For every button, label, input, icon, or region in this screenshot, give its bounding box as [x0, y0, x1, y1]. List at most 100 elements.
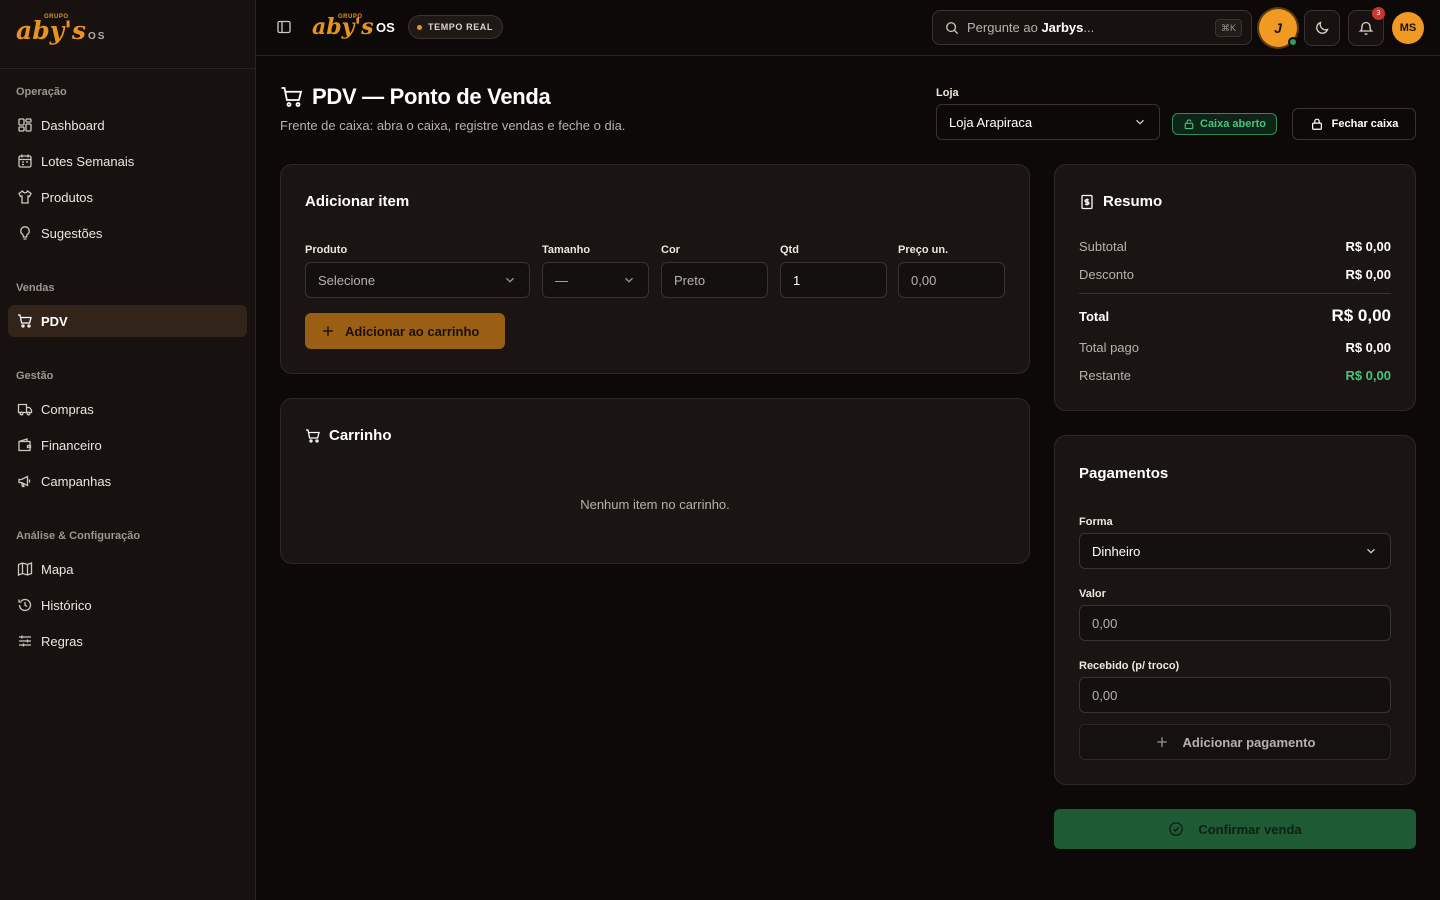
sidebar-item-compras[interactable]: Compras: [8, 393, 247, 425]
sidebar-item-sugestoes[interactable]: Sugestões: [8, 217, 247, 249]
cart-title-text: Carrinho: [329, 427, 392, 444]
assistant-search-input[interactable]: Pergunte ao Jarbys... ⌘K: [932, 10, 1252, 45]
total-label: Total: [1079, 308, 1110, 324]
product-label: Produto: [305, 244, 348, 256]
product-select-value: Selecione: [318, 272, 376, 288]
total-value: R$ 0,00: [1331, 306, 1391, 325]
sidebar-item-dashboard[interactable]: Dashboard: [8, 109, 247, 141]
notifications-button[interactable]: 3: [1348, 7, 1385, 46]
map-icon: [17, 561, 33, 577]
add-item-card: Adicionar item Produto Selecione Tamanho…: [280, 164, 1030, 374]
search-placeholder: Pergunte ao Jarbys...: [967, 20, 1094, 35]
store-select-value: Loja Arapiraca: [949, 114, 1033, 130]
sidebar-section-vendas: Vendas: [16, 282, 55, 294]
live-dot-icon: [417, 24, 422, 30]
payment-amount-input[interactable]: 0,00: [1079, 605, 1391, 641]
brand-logo[interactable]: GRUPO aby's: [16, 14, 86, 43]
search-icon: [945, 21, 959, 35]
discount-value: R$ 0,00: [1345, 267, 1391, 282]
chevron-down-icon: [1133, 115, 1147, 129]
store-select[interactable]: Loja Arapiraca: [936, 104, 1160, 140]
brand-os-label: OS: [88, 31, 107, 42]
sidebar-section-gestao: Gestão: [16, 370, 54, 382]
page-subtitle: Frente de caixa: abra o caixa, registre …: [280, 118, 626, 133]
receipt-icon: [1081, 194, 1093, 209]
topbar-os-label: OS: [376, 20, 395, 35]
payments-title: Pagamentos: [1079, 465, 1169, 482]
assistant-avatar-button[interactable]: J: [1259, 9, 1298, 47]
moon-icon: [1314, 20, 1330, 36]
chevron-down-icon: [622, 273, 636, 287]
sidebar-item-pdv[interactable]: PDV: [8, 305, 247, 337]
payment-method-label: Forma: [1079, 516, 1113, 528]
topbar-logo[interactable]: GRUPO aby's: [312, 10, 374, 38]
size-label: Tamanho: [542, 244, 591, 256]
assistant-initial: J: [1274, 20, 1282, 36]
payment-method-select[interactable]: Dinheiro: [1079, 533, 1391, 569]
payment-amount-label: Valor: [1079, 588, 1106, 600]
notification-count-badge: 3: [1372, 7, 1385, 20]
search-placeholder-name: Jarbys: [1041, 20, 1084, 35]
sidebar-item-lotes-semanais[interactable]: Lotes Semanais: [8, 145, 247, 177]
search-shortcut: ⌘K: [1214, 19, 1242, 37]
confirm-sale-label: Confirmar venda: [1198, 821, 1302, 837]
received-placeholder: 0,00: [1092, 687, 1118, 703]
color-label: Cor: [661, 244, 680, 256]
sidebar-item-historico[interactable]: Histórico: [8, 589, 247, 621]
sidebar: GRUPO aby's OS Operação Dashboard Lotes …: [0, 0, 256, 900]
paid-row: Total pago R$ 0,00: [1079, 340, 1391, 355]
sidebar-item-label: Compras: [41, 401, 94, 417]
brand-wordmark: aby's: [16, 16, 86, 45]
brand-group-label: GRUPO: [44, 14, 69, 20]
size-select[interactable]: —: [542, 262, 649, 298]
sidebar-item-regras[interactable]: Regras: [8, 625, 247, 657]
sidebar-item-label: Financeiro: [41, 437, 102, 453]
lightbulb-icon: [17, 225, 33, 241]
bell-icon: [1358, 20, 1374, 36]
quantity-input[interactable]: 1: [780, 262, 887, 298]
subtotal-label: Subtotal: [1079, 239, 1127, 254]
truck-icon: [17, 401, 33, 417]
sidebar-item-produtos[interactable]: Produtos: [8, 181, 247, 213]
product-select[interactable]: Selecione: [305, 262, 530, 298]
subtotal-row: Subtotal R$ 0,00: [1079, 239, 1391, 254]
color-input-placeholder: Preto: [674, 272, 706, 288]
user-avatar[interactable]: MS: [1392, 12, 1424, 44]
add-to-cart-button[interactable]: Adicionar ao carrinho: [305, 313, 505, 349]
page-title-text: PDV — Ponto de Venda: [312, 84, 551, 109]
page-title: PDV — Ponto de Venda: [280, 84, 551, 110]
color-input[interactable]: Preto: [661, 262, 768, 298]
unit-price-input[interactable]: 0,00: [898, 262, 1005, 298]
cart-title: Carrinho: [305, 427, 392, 444]
check-circle-icon: [1169, 822, 1184, 836]
shopping-cart-icon: [280, 85, 304, 109]
sidebar-section-operacao: Operação: [16, 86, 67, 98]
sidebar-item-financeiro[interactable]: Financeiro: [8, 429, 247, 461]
summary-divider: [1079, 293, 1391, 294]
received-input[interactable]: 0,00: [1079, 677, 1391, 713]
lock-icon: [1311, 118, 1322, 130]
search-placeholder-prefix: Pergunte ao: [967, 20, 1042, 35]
topbar: GRUPO aby's OS TEMPO REAL Pergunte ao Ja…: [256, 0, 1440, 56]
confirm-sale-button[interactable]: Confirmar venda: [1054, 809, 1416, 849]
dashboard-icon: [17, 117, 33, 133]
sidebar-item-campanhas[interactable]: Campanhas: [8, 465, 247, 497]
payment-amount-placeholder: 0,00: [1092, 615, 1118, 631]
plus-icon: [1156, 737, 1167, 747]
sidebar-toggle-icon[interactable]: [276, 19, 292, 35]
discount-row: Desconto R$ 0,00: [1079, 267, 1391, 282]
realtime-badge: TEMPO REAL: [408, 15, 504, 39]
discount-label: Desconto: [1079, 267, 1134, 282]
sliders-icon: [17, 633, 33, 649]
theme-toggle-button[interactable]: [1304, 10, 1340, 46]
add-payment-button[interactable]: Adicionar pagamento: [1079, 724, 1391, 760]
summary-card: Resumo Subtotal R$ 0,00 Desconto R$ 0,00…: [1054, 164, 1416, 411]
sidebar-item-label: Produtos: [41, 189, 94, 205]
cash-status-badge: Caixa aberto: [1172, 113, 1278, 135]
remaining-value: R$ 0,00: [1345, 368, 1391, 383]
online-status-icon: [1288, 37, 1298, 47]
empty-cart-message: Nenhum item no carrinho.: [580, 497, 730, 512]
unit-price-label: Preço un.: [898, 244, 949, 256]
sidebar-item-mapa[interactable]: Mapa: [8, 553, 247, 585]
close-cash-button[interactable]: Fechar caixa: [1292, 108, 1416, 140]
